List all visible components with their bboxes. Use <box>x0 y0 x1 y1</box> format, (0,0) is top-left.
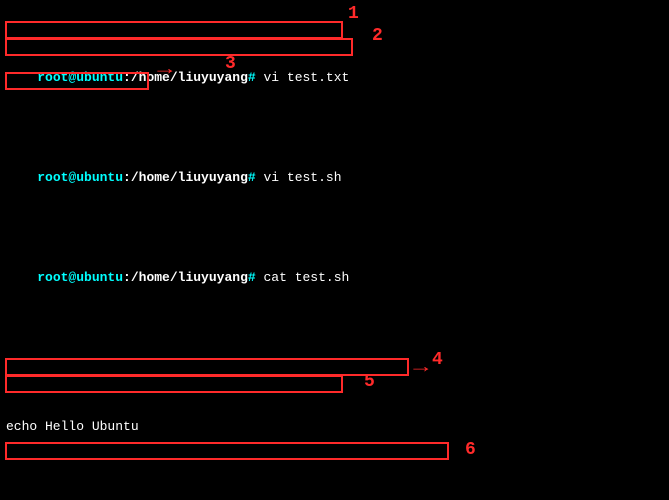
blank-line <box>6 485 663 500</box>
terminal[interactable]: root@ubuntu:/home/liuyuyang# vi test.txt… <box>0 0 669 500</box>
annotation-label-6: 6 <box>465 442 476 459</box>
annotation-box-1 <box>5 21 343 39</box>
annotation-label-2: 2 <box>372 28 383 45</box>
annotation-box-6 <box>5 442 449 460</box>
prompt: root@ubuntu:/home/liuyuyang# <box>37 170 263 185</box>
annotation-label-5: 5 <box>364 374 375 391</box>
blank-line <box>6 352 663 369</box>
prompt: root@ubuntu:/home/liuyuyang# <box>37 270 263 285</box>
file-content: echo Hello Ubuntu <box>6 419 663 436</box>
prompt: root@ubuntu:/home/liuyuyang# <box>37 70 263 85</box>
cmd-vi-sh: vi test.sh <box>263 170 341 185</box>
annotation-label-1: 1 <box>348 6 359 23</box>
cmd-vi-txt: vi test.txt <box>263 70 349 85</box>
annotation-box-5 <box>5 375 343 393</box>
cwd: :/home/liuyuyang <box>123 70 248 85</box>
cmd-cat-sh: cat test.sh <box>263 270 349 285</box>
